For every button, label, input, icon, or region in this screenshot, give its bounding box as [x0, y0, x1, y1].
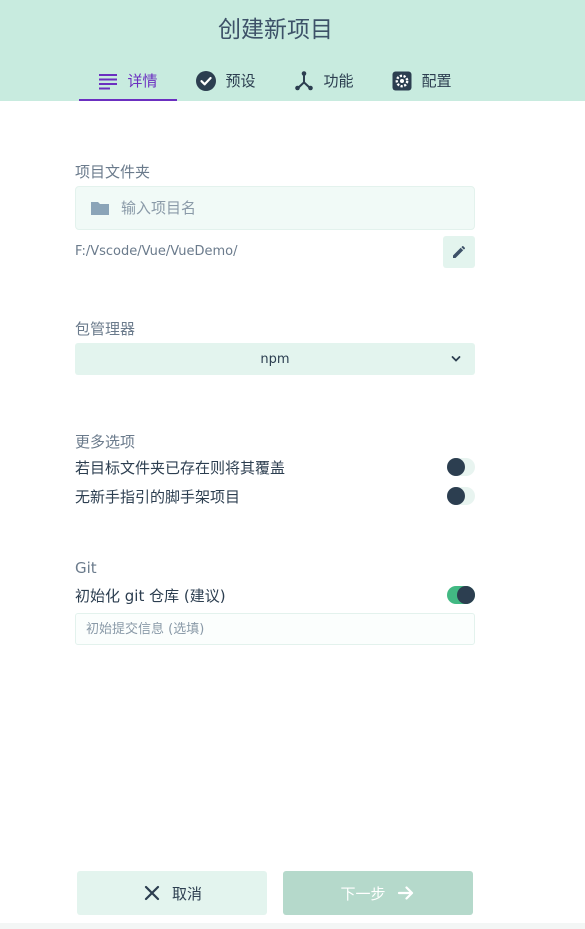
cancel-button[interactable]: 取消 — [77, 871, 267, 915]
tab-details[interactable]: 详情 — [79, 60, 177, 101]
toggle-knob — [457, 586, 475, 604]
header-bar: 创建新项目 详情 预设 功能 配置 — [0, 0, 585, 101]
project-name-input[interactable] — [121, 199, 441, 217]
tab-presets[interactable]: 预设 — [177, 60, 275, 101]
pencil-icon — [452, 245, 466, 259]
commit-message-field[interactable] — [75, 613, 475, 645]
project-name-field[interactable] — [75, 186, 475, 230]
overwrite-option: 若目标文件夹已存在则将其覆盖 — [75, 456, 475, 478]
option-label: 初始化 git 仓库 (建议) — [75, 586, 226, 605]
more-options-label: 更多选项 — [75, 433, 136, 451]
skip-guide-toggle[interactable] — [447, 487, 475, 505]
package-manager-value: npm — [260, 351, 290, 367]
package-manager-select[interactable]: npm — [75, 343, 475, 375]
check-circle-icon — [196, 70, 217, 91]
list-icon — [98, 71, 118, 91]
close-icon — [142, 883, 162, 903]
option-label: 若目标文件夹已存在则将其覆盖 — [75, 458, 286, 477]
fork-icon — [294, 70, 314, 91]
cancel-label: 取消 — [171, 884, 202, 903]
commit-message-input[interactable] — [86, 621, 466, 637]
overwrite-toggle[interactable] — [447, 458, 475, 476]
package-manager-label: 包管理器 — [75, 320, 136, 338]
git-init-toggle[interactable] — [447, 586, 475, 604]
next-button[interactable]: 下一步 — [283, 871, 473, 915]
tab-label: 详情 — [127, 72, 158, 90]
folder-icon — [90, 198, 110, 218]
gear-icon — [392, 71, 412, 91]
skip-guide-option: 无新手指引的脚手架项目 — [75, 485, 475, 507]
tab-config[interactable]: 配置 — [373, 60, 471, 101]
folder-section-label: 项目文件夹 — [75, 163, 151, 181]
arrow-right-icon — [396, 883, 416, 903]
tab-label: 配置 — [421, 72, 452, 90]
git-init-option: 初始化 git 仓库 (建议) — [75, 584, 475, 606]
tab-bar: 详情 预设 功能 配置 — [79, 60, 471, 101]
option-label: 无新手指引的脚手架项目 — [75, 487, 241, 506]
tab-features[interactable]: 功能 — [275, 60, 373, 101]
git-section-label: Git — [75, 559, 97, 577]
page-title: 创建新项目 — [218, 17, 333, 43]
tab-label: 功能 — [323, 72, 354, 90]
next-label: 下一步 — [340, 884, 386, 903]
folder-path: F:/Vscode/Vue/VueDemo/ — [75, 244, 238, 259]
toggle-knob — [447, 487, 465, 505]
edit-path-button[interactable] — [443, 236, 475, 268]
bottom-divider — [0, 923, 585, 929]
tab-label: 预设 — [225, 72, 256, 90]
toggle-knob — [447, 458, 465, 476]
chevron-down-icon — [449, 352, 463, 366]
